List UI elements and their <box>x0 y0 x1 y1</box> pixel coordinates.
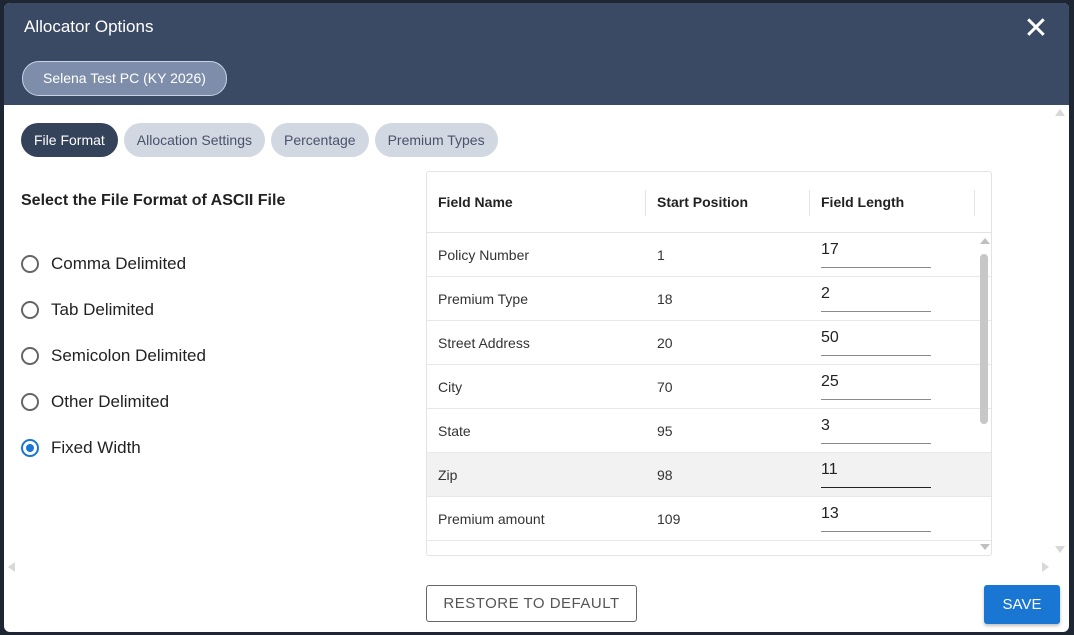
cell-start-position: 95 <box>657 422 673 439</box>
save-button[interactable]: SAVE <box>984 585 1060 624</box>
tab-premium-types[interactable]: Premium Types <box>374 123 498 157</box>
page-scroll-right-arrow[interactable] <box>1042 562 1049 572</box>
dialog-title: Allocator Options <box>24 17 154 36</box>
cell-field-length: 25 <box>810 371 975 402</box>
cell-field-name: Zip <box>438 466 458 483</box>
cell-field-length: 2 <box>810 283 975 314</box>
scroll-up-arrow-icon[interactable] <box>980 238 990 244</box>
cell-start-position: 18 <box>657 290 673 307</box>
field-length-input[interactable]: 3 <box>821 413 931 444</box>
close-icon[interactable]: ✕ <box>1021 14 1051 45</box>
radio-option-semicolon-delimited[interactable]: Semicolon Delimited <box>21 333 206 379</box>
field-length-input[interactable]: 17 <box>821 237 931 268</box>
radio-button-selected[interactable] <box>21 439 39 457</box>
scrollbar-thumb[interactable] <box>980 254 988 424</box>
file-format-heading: Select the File Format of ASCII File <box>21 192 286 209</box>
cell-field-name: Street Address <box>438 334 530 351</box>
field-length-input[interactable]: 50 <box>821 325 931 356</box>
cell-field-name: Premium Type <box>438 290 528 307</box>
cell-start-position: 70 <box>657 378 673 395</box>
cell-field-length: 11 <box>810 459 975 490</box>
field-layout-table: Field Name Start Position Field Length P… <box>426 171 992 556</box>
file-format-radio-group: Comma Delimited Tab Delimited Semicolon … <box>21 241 206 471</box>
radio-label: Other Delimited <box>51 392 170 411</box>
radio-option-fixed-width[interactable]: Fixed Width <box>21 425 206 471</box>
cell-field-name: State <box>438 422 471 439</box>
cell-field-length: 13 <box>810 503 975 534</box>
table-row[interactable]: Street Address 20 50 <box>427 321 991 365</box>
table-row-hovered[interactable]: Zip 98 11 <box>427 453 991 497</box>
cell-field-length: 3 <box>810 415 975 446</box>
tab-percentage[interactable]: Percentage <box>270 123 369 157</box>
radio-option-other-delimited[interactable]: Other Delimited <box>21 379 206 425</box>
radio-label: Comma Delimited <box>51 254 187 273</box>
cell-field-name: Premium amount <box>438 510 545 527</box>
radio-button[interactable] <box>21 255 39 273</box>
column-header-field-name[interactable]: Field Name <box>427 172 646 232</box>
radio-option-tab-delimited[interactable]: Tab Delimited <box>21 287 206 333</box>
tab-file-format[interactable]: File Format <box>21 123 118 157</box>
page-scroll-down-arrow[interactable] <box>1055 546 1065 553</box>
company-chip[interactable]: Selena Test PC (KY 2026) <box>22 61 227 96</box>
table-row[interactable]: State 95 3 <box>427 409 991 453</box>
tab-allocation-settings[interactable]: Allocation Settings <box>123 123 265 157</box>
table-row[interactable]: City 70 25 <box>427 365 991 409</box>
page-scroll-up-arrow[interactable] <box>1055 109 1065 116</box>
cell-start-position: 109 <box>657 510 681 527</box>
table-row[interactable]: Policy Number 1 17 <box>427 233 991 277</box>
field-length-input[interactable]: 2 <box>821 281 931 312</box>
table-body: Policy Number 1 17 Premium Type 18 2 Str… <box>427 233 991 555</box>
column-header-start-position[interactable]: Start Position <box>646 172 810 232</box>
cell-field-name: Policy Number <box>438 246 530 263</box>
table-row[interactable]: Premium amount 109 13 <box>427 497 991 541</box>
table-row[interactable]: Premium Type 18 2 <box>427 277 991 321</box>
table-header-row: Field Name Start Position Field Length <box>427 172 991 233</box>
radio-label: Fixed Width <box>51 438 141 457</box>
field-length-input[interactable]: 13 <box>821 501 931 532</box>
field-length-input[interactable]: 11 <box>821 457 931 488</box>
radio-button[interactable] <box>21 347 39 365</box>
cell-start-position: 98 <box>657 466 673 483</box>
field-length-input[interactable]: 25 <box>821 369 931 400</box>
radio-option-comma-delimited[interactable]: Comma Delimited <box>21 241 206 287</box>
restore-to-default-button[interactable]: RESTORE TO DEFAULT <box>426 585 637 622</box>
table-scrollbar[interactable] <box>978 234 990 552</box>
dialog-header: Allocator Options ✕ Selena Test PC (KY 2… <box>4 3 1069 105</box>
cell-start-position: 1 <box>657 246 665 263</box>
radio-button[interactable] <box>21 301 39 319</box>
radio-label: Semicolon Delimited <box>51 346 206 365</box>
allocator-options-dialog: Allocator Options ✕ Selena Test PC (KY 2… <box>4 3 1069 632</box>
cell-field-name: City <box>438 378 463 395</box>
cell-start-position: 20 <box>657 334 673 351</box>
scroll-down-arrow-icon[interactable] <box>980 544 990 550</box>
page-scroll-left-arrow[interactable] <box>8 562 15 572</box>
cell-field-length: 17 <box>810 239 975 270</box>
cell-field-length: 50 <box>810 327 975 358</box>
tab-bar: File Format Allocation Settings Percenta… <box>21 123 498 157</box>
radio-label: Tab Delimited <box>51 300 154 319</box>
radio-button[interactable] <box>21 393 39 411</box>
column-header-field-length[interactable]: Field Length <box>810 172 975 232</box>
